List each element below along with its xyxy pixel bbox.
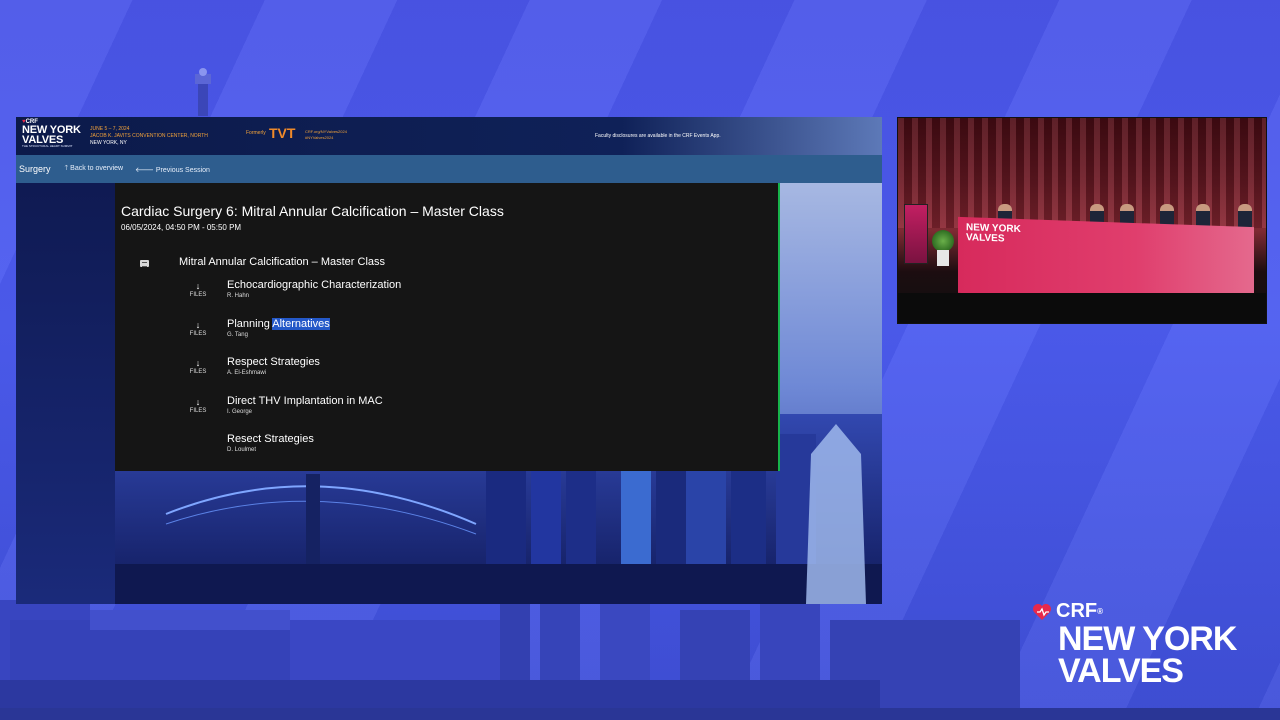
logo-tagline: THE STRUCTURAL HEART SUMMIT [22, 144, 73, 148]
track-title: Surgery [19, 164, 51, 174]
event-hashtag: #NYValves2024 [305, 135, 334, 140]
files-label: FILES [189, 408, 207, 414]
brand-line-2: VALVES [1058, 652, 1184, 690]
files-download-button[interactable]: ↓ FILES [186, 320, 210, 338]
files-label: FILES [189, 331, 207, 337]
stage-floor [898, 293, 1266, 323]
back-to-overview-link[interactable]: 🡑 Back to overview [65, 164, 124, 175]
session-title: Cardiac Surgery 6: Mitral Annular Calcif… [121, 203, 504, 219]
talk-speaker: A. El-Eshmawi [227, 370, 267, 376]
talk-item: Resect Strategies D. Loulmet [115, 433, 715, 463]
session-name: Mitral Annular Calcification – Master Cl… [179, 256, 386, 268]
talk-title[interactable]: Planning Alternatives [227, 318, 330, 330]
talk-item: ↓ FILES Echocardiographic Characterizati… [115, 279, 715, 309]
table-logo-line-2: VALVES [966, 232, 1005, 245]
formerly-label: Formerly [246, 130, 266, 136]
previous-session-label: Previous Session [155, 166, 210, 174]
stage-monitor [904, 204, 928, 264]
talk-speaker: I. George [227, 409, 253, 415]
files-download-button[interactable]: ↓ FILES [186, 358, 210, 376]
files-label: FILES [189, 369, 207, 375]
session-calendar-icon[interactable] [140, 260, 149, 267]
selected-text-highlight: Alternatives [272, 318, 330, 330]
event-dates: JUNE 5 – 7, 2024 [90, 126, 130, 132]
panel-table: NEW YORK VALVES [958, 216, 1254, 304]
download-arrow-icon: ↓ [195, 358, 201, 368]
disclosure-note: Faculty disclosures are available in the… [595, 133, 721, 139]
event-city: NEW YORK, NY [90, 140, 127, 146]
download-arrow-icon: ↓ [195, 281, 201, 291]
files-download-button[interactable]: ↓ FILES [186, 281, 210, 299]
left-panel [16, 183, 115, 604]
stage-curtain [898, 118, 1266, 228]
talk-title[interactable]: Resect Strategies [227, 433, 314, 445]
talk-speaker: R. Hahn [227, 293, 250, 299]
event-links: CRF.org/NYValves2024 #NYValves2024 [305, 129, 347, 141]
heart-logo-icon [1033, 603, 1051, 620]
talk-title-part: Planning [227, 318, 273, 330]
talk-item: ↓ FILES Direct THV Implantation in MAC I… [115, 395, 715, 425]
talk-speaker: D. Loulmet [227, 447, 257, 453]
arrow-up-icon: 🡑 [64, 164, 69, 172]
talk-title[interactable]: Direct THV Implantation in MAC [227, 395, 383, 407]
panelist [1238, 204, 1252, 228]
plant-graphic [932, 230, 954, 252]
previous-session-link[interactable]: 🡐 Previous Session [135, 165, 210, 174]
tvt-logo: TVT [269, 125, 296, 141]
session-agenda-panel: Cardiac Surgery 6: Mitral Annular Calcif… [115, 183, 780, 471]
session-time: 06/05/2024, 04:50 PM - 05:50 PM [121, 223, 242, 232]
statue-of-liberty-torch-graphic [195, 68, 211, 116]
download-arrow-icon: ↓ [195, 320, 201, 330]
panel-video-feed: NEW YORK VALVES [897, 117, 1267, 324]
event-info: JUNE 5 – 7, 2024 JACOB K. JAVITS CONVENT… [90, 126, 208, 147]
plant-pot [937, 250, 949, 266]
talk-item: ↓ FILES Respect Strategies A. El-Eshmawi [115, 356, 715, 386]
arrow-left-icon: 🡐 [135, 166, 154, 174]
talk-item: ↓ FILES Planning Alternatives G. Tang [115, 318, 715, 348]
presentation-slide: ♥CRF NEW YORK VALVES THE STRUCTURAL HEAR… [16, 117, 882, 604]
talk-title[interactable]: Echocardiographic Characterization [227, 279, 401, 291]
files-label: FILES [189, 292, 207, 298]
event-venue: JACOB K. JAVITS CONVENTION CENTER, NORTH [90, 133, 208, 139]
session-nav-bar: Surgery 🡑 Back to overview 🡐 Previous Sess… [16, 155, 882, 183]
back-to-overview-label: Back to overview [70, 164, 124, 172]
talk-title[interactable]: Respect Strategies [227, 356, 320, 368]
talk-speaker: G. Tang [227, 332, 248, 338]
new-york-valves-logo: ♥CRF NEW YORK VALVES THE STRUCTURAL HEAR… [22, 119, 81, 148]
crf-new-york-valves-brand: CRF ® NEW YORK VALVES [1032, 600, 1237, 690]
brand-line-1: NEW YORK [1058, 620, 1237, 658]
download-arrow-icon: ↓ [195, 397, 201, 407]
table-logo: NEW YORK VALVES [966, 222, 1021, 245]
files-download-button[interactable]: ↓ FILES [186, 397, 210, 415]
slide-header-banner: ♥CRF NEW YORK VALVES THE STRUCTURAL HEAR… [16, 117, 882, 155]
